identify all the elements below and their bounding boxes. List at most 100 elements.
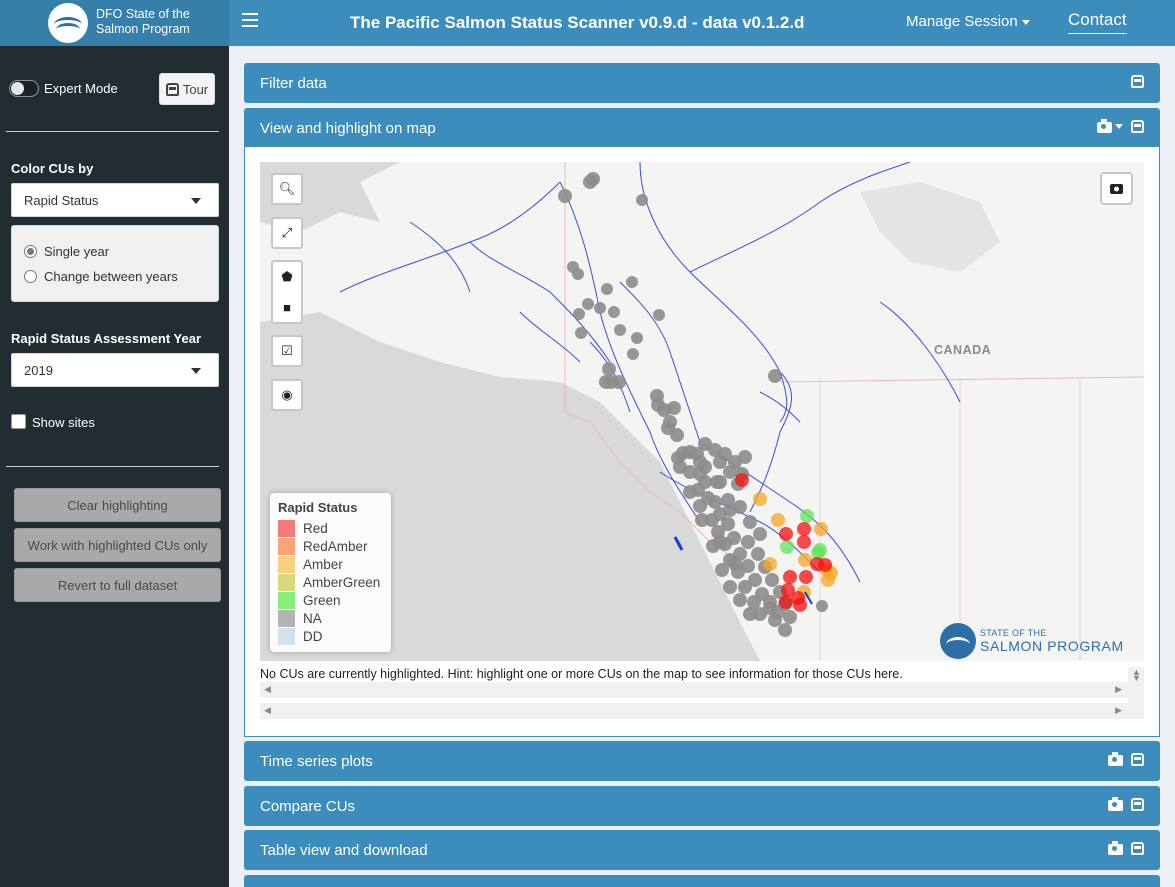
camera-icon[interactable] <box>1108 841 1123 855</box>
camera-icon[interactable] <box>1108 752 1123 766</box>
search-icon: 🔍︎ <box>278 181 296 196</box>
legend-swatch-dd <box>278 627 295 645</box>
horizontal-scrollbar[interactable]: ◀ ▶ <box>260 703 1128 719</box>
sidebar-toggle-icon[interactable] <box>242 13 258 29</box>
color-by-label: Color CUs by <box>11 161 94 176</box>
sidebar: Expert Mode Tour Color CUs by Rapid Stat… <box>0 46 229 887</box>
year-select[interactable]: 2019 <box>11 353 219 387</box>
panel-title: Filter data <box>260 75 327 92</box>
legend-label: Green <box>303 592 341 608</box>
legend-swatch-green <box>278 591 295 609</box>
logo-text: DFO State of the Salmon Program <box>96 7 190 37</box>
radio-single-label: Single year <box>44 244 110 259</box>
panel-time-series[interactable]: Time series plots <box>244 741 1160 781</box>
visibility-button[interactable]: ◉ <box>271 379 303 411</box>
legend-item: Green <box>278 591 383 609</box>
scroll-left-icon[interactable]: ◀ <box>264 684 271 695</box>
highlight-hint-text: No CUs are currently highlighted. Hint: … <box>260 667 903 681</box>
contact-link[interactable]: Contact <box>1068 10 1127 34</box>
clear-highlighting-button[interactable]: Clear highlighting <box>14 488 221 522</box>
border-line <box>779 376 1144 383</box>
show-sites-checkbox[interactable] <box>11 414 26 429</box>
scroll-right-icon[interactable]: ▶ <box>1115 705 1122 716</box>
camera-icon[interactable] <box>1097 119 1112 133</box>
panel-view-map[interactable]: View and highlight on map <box>244 108 1160 148</box>
chevron-down-icon[interactable] <box>1115 124 1123 129</box>
legend-label: AmberGreen <box>303 574 381 590</box>
chevron-down-icon <box>1021 19 1030 25</box>
zoom-search-button[interactable]: 🔍︎ <box>271 173 303 205</box>
panel-compare-cus[interactable]: Compare CUs <box>244 786 1160 826</box>
legend-swatch-redamber <box>278 537 295 555</box>
map-legend: Rapid Status Red RedAmber Amber AmberGre… <box>270 493 391 652</box>
legend-item: DD <box>278 627 383 645</box>
select-button[interactable]: ☑ <box>271 335 303 367</box>
border-line <box>819 377 1081 661</box>
legend-swatch-red <box>278 519 295 537</box>
radio-single-year[interactable]: Single year <box>24 244 109 259</box>
legend-item: RedAmber <box>278 537 383 555</box>
bus-icon[interactable] <box>1131 798 1144 811</box>
panel-title: Table view and download <box>260 842 428 859</box>
bus-icon[interactable] <box>1131 753 1144 766</box>
logo-line2: Salmon Program <box>96 22 190 36</box>
tour-button[interactable]: Tour <box>159 73 215 105</box>
panel-next-partial[interactable] <box>244 875 1160 887</box>
bus-icon <box>165 82 179 96</box>
scroll-down-icon[interactable]: ▼ <box>1132 673 1141 683</box>
manage-session-label: Manage Session <box>906 13 1018 30</box>
logo[interactable]: DFO State of the Salmon Program <box>0 0 229 46</box>
year-mode-radio-group <box>11 225 219 302</box>
draw-tools-group: ⬟ ■ <box>271 260 303 324</box>
legend-swatch-ambergreen <box>278 573 295 591</box>
radio-change-label: Change between years <box>44 269 178 284</box>
legend-title: Rapid Status <box>278 500 358 515</box>
panel-title: Compare CUs <box>260 798 356 815</box>
legend-label: DD <box>303 628 323 644</box>
panel-table-view[interactable]: Table view and download <box>244 830 1160 870</box>
salmon-logo-icon <box>48 3 88 43</box>
fullscreen-button[interactable]: ⤢ <box>271 217 303 249</box>
panel-filter-data[interactable]: Filter data <box>244 63 1160 103</box>
legend-item: Red <box>278 519 383 537</box>
bus-icon[interactable] <box>1131 120 1144 133</box>
panel-title: Time series plots <box>260 753 373 770</box>
brand-line2: SALMON PROGRAM <box>980 638 1124 654</box>
rectangle-icon[interactable]: ■ <box>283 300 291 315</box>
vertical-scrollbar[interactable]: ▲ ▼ <box>1128 667 1144 719</box>
legend-item: NA <box>278 609 383 627</box>
work-highlighted-button[interactable]: Work with highlighted CUs only <box>14 528 221 562</box>
legend-item: Amber <box>278 555 383 573</box>
tour-label: Tour <box>182 81 209 97</box>
map-canvas <box>260 162 1144 661</box>
map[interactable] <box>260 162 1144 661</box>
legend-label: NA <box>303 610 322 626</box>
expert-mode-label: Expert Mode <box>44 81 118 96</box>
app-header: DFO State of the Salmon Program The Paci… <box>0 0 1175 46</box>
map-label-canada: CANADA <box>934 343 992 357</box>
brand-line1: STATE OF THE <box>980 628 1047 638</box>
radio-change-between-years[interactable]: Change between years <box>24 269 178 284</box>
revert-dataset-button[interactable]: Revert to full dataset <box>14 568 221 602</box>
divider <box>6 466 219 467</box>
show-sites-label: Show sites <box>32 415 95 430</box>
camera-icon[interactable] <box>1108 797 1123 811</box>
scroll-right-icon[interactable]: ▶ <box>1115 684 1122 695</box>
salmon-logo-icon <box>940 623 976 659</box>
legend-item: AmberGreen <box>278 573 383 591</box>
color-by-select[interactable]: Rapid Status <box>11 183 219 217</box>
divider <box>6 131 219 132</box>
legend-swatch-na <box>278 609 295 627</box>
bus-icon[interactable] <box>1131 842 1144 855</box>
scroll-left-icon[interactable]: ◀ <box>264 705 271 716</box>
bus-icon[interactable] <box>1131 75 1144 88</box>
manage-session-dropdown[interactable]: Manage Session <box>906 13 1030 30</box>
legend-label: Red <box>303 520 328 536</box>
radio-selected-icon <box>24 245 37 258</box>
expert-mode-toggle[interactable] <box>9 80 39 97</box>
legend-label: RedAmber <box>303 538 368 554</box>
polygon-icon[interactable]: ⬟ <box>281 269 292 285</box>
horizontal-scrollbar[interactable]: ◀ ▶ <box>260 682 1128 698</box>
logo-line1: DFO State of the <box>96 7 190 21</box>
salmon-program-brand: STATE OF THE SALMON PROGRAM <box>940 623 1124 659</box>
